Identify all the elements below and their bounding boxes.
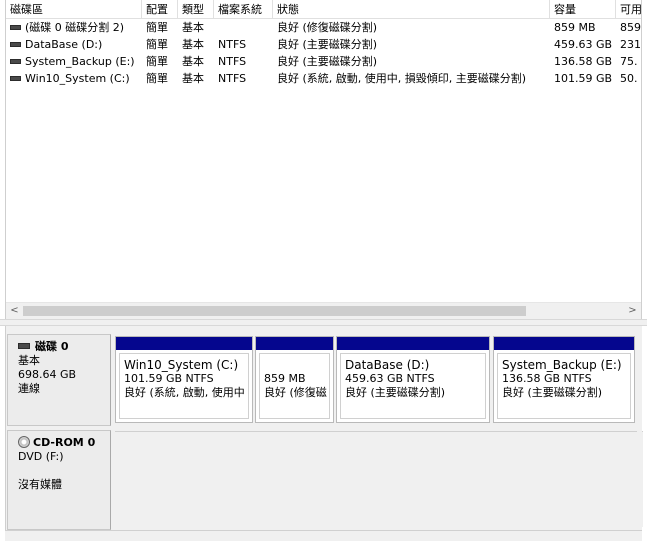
partition-size: 101.59 GB NTFS [124, 372, 214, 385]
cdrom-media: 沒有媒體 [18, 478, 62, 491]
scroll-thumb[interactable] [23, 306, 526, 316]
volume-status: 良好 (修復磁碟分割) [277, 21, 378, 34]
scroll-left-arrow-icon[interactable]: < [6, 303, 23, 319]
volume-name: Win10_System (C:) [25, 72, 130, 85]
column-header-free[interactable]: 可用 [616, 0, 641, 19]
volume-capacity: 136.58 GB [554, 55, 613, 68]
column-header-volume[interactable]: 磁碟區 [6, 0, 142, 19]
disk-kind: 基本 [18, 354, 40, 367]
volume-list: 磁碟區 配置 類型 檔案系統 狀態 容量 可用 (磁碟 0 磁碟分割 2) 簡單… [5, 0, 642, 319]
partition-bar [337, 337, 489, 350]
column-header-status[interactable]: 狀態 [273, 0, 550, 19]
partition-status: 良好 (系統, 啟動, 使用中 [124, 386, 245, 399]
partition-c[interactable]: Win10_System (C:) 101.59 GB NTFS 良好 (系統,… [115, 336, 253, 423]
drive-icon [10, 24, 21, 30]
column-header-filesystem[interactable]: 檔案系統 [214, 0, 273, 19]
pane-splitter[interactable] [0, 319, 647, 326]
partition-e[interactable]: System_Backup (E:) 136.58 GB NTFS 良好 (主要… [493, 336, 635, 423]
volume-name: DataBase (D:) [25, 38, 103, 51]
disk-icon [18, 343, 30, 349]
cd-icon [18, 436, 30, 448]
volume-filesystem [214, 19, 273, 36]
partition-recovery[interactable]: 859 MB 良好 (修復磁 [255, 336, 334, 423]
table-row[interactable]: DataBase (D:) 簡單 基本 NTFS 良好 (主要磁碟分割) 459… [6, 36, 641, 53]
partition-status: 良好 (修復磁 [264, 386, 327, 399]
volume-capacity: 101.59 GB [554, 72, 613, 85]
partition-d[interactable]: DataBase (D:) 459.63 GB NTFS 良好 (主要磁碟分割) [336, 336, 490, 423]
scroll-right-arrow-icon[interactable]: > [624, 303, 641, 319]
partition-bar [494, 337, 634, 350]
drive-icon [10, 75, 21, 81]
disk-name: 磁碟 0 [35, 340, 69, 353]
disk-size: 698.64 GB [18, 368, 77, 381]
bottom-scrollbar[interactable] [5, 530, 642, 541]
partition-name: System_Backup (E:) [502, 358, 622, 372]
partition-size: 859 MB [264, 372, 306, 385]
partition-bar [116, 337, 252, 350]
table-row[interactable]: (磁碟 0 磁碟分割 2) 簡單 基本 良好 (修復磁碟分割) 859 MB 8… [6, 19, 641, 36]
table-row[interactable]: System_Backup (E:) 簡單 基本 NTFS 良好 (主要磁碟分割… [6, 53, 641, 70]
drive-icon [10, 41, 21, 47]
volume-layout: 簡單 [146, 55, 168, 68]
partition-name: Win10_System (C:) [124, 358, 239, 372]
volume-free: 231 [620, 38, 641, 51]
partition-size: 136.58 GB NTFS [502, 372, 592, 385]
partition-name [264, 358, 329, 372]
horizontal-scrollbar[interactable]: < > [6, 302, 641, 319]
partition-bar [256, 337, 333, 350]
column-header-type[interactable]: 類型 [178, 0, 214, 19]
volume-free: 859 [620, 21, 641, 34]
partition-size: 459.63 GB NTFS [345, 372, 435, 385]
volume-free: 50. [620, 72, 638, 85]
volume-layout: 簡單 [146, 38, 168, 51]
volume-name: (磁碟 0 磁碟分割 2) [25, 21, 125, 34]
volume-status: 良好 (主要磁碟分割) [277, 55, 378, 68]
disk-graphical-view: 磁碟 0 基本 698.64 GB 連線 Win10_System (C:) 1… [5, 326, 643, 541]
partition-status: 良好 (主要磁碟分割) [345, 386, 446, 399]
partition-status: 良好 (主要磁碟分割) [502, 386, 603, 399]
volume-layout: 簡單 [146, 72, 168, 85]
volume-type: 基本 [182, 38, 204, 51]
volume-type: 基本 [182, 55, 204, 68]
partition-name: DataBase (D:) [345, 358, 430, 372]
volume-layout: 簡單 [146, 21, 168, 34]
volume-status: 良好 (系統, 啟動, 使用中, 損毀傾印, 主要磁碟分割) [277, 72, 527, 85]
table-row[interactable]: Win10_System (C:) 簡單 基本 NTFS 良好 (系統, 啟動,… [6, 70, 641, 87]
volume-filesystem: NTFS [218, 55, 247, 68]
volume-rows: (磁碟 0 磁碟分割 2) 簡單 基本 良好 (修復磁碟分割) 859 MB 8… [6, 19, 641, 87]
volume-free: 75. [620, 55, 638, 68]
drive-icon [10, 58, 21, 64]
disk-state: 連線 [18, 382, 40, 395]
volume-capacity: 859 MB [554, 21, 596, 34]
disk-0-label[interactable]: 磁碟 0 基本 698.64 GB 連線 [7, 334, 111, 426]
volume-capacity: 459.63 GB [554, 38, 613, 51]
volume-filesystem: NTFS [218, 72, 247, 85]
column-header-layout[interactable]: 配置 [142, 0, 178, 19]
vertical-scrollbar[interactable] [637, 326, 642, 541]
cdrom-drive: DVD (F:) [18, 450, 64, 463]
cdrom-media-area[interactable] [115, 431, 643, 527]
column-header: 磁碟區 配置 類型 檔案系統 狀態 容量 可用 [6, 0, 641, 19]
cdrom-0-label[interactable]: CD-ROM 0 DVD (F:) 沒有媒體 [7, 430, 111, 530]
column-header-capacity[interactable]: 容量 [550, 0, 616, 19]
volume-name: System_Backup (E:) [25, 55, 135, 68]
volume-type: 基本 [182, 72, 204, 85]
volume-filesystem: NTFS [218, 38, 247, 51]
cdrom-name: CD-ROM 0 [33, 436, 96, 449]
volume-status: 良好 (主要磁碟分割) [277, 38, 378, 51]
volume-type: 基本 [182, 21, 204, 34]
